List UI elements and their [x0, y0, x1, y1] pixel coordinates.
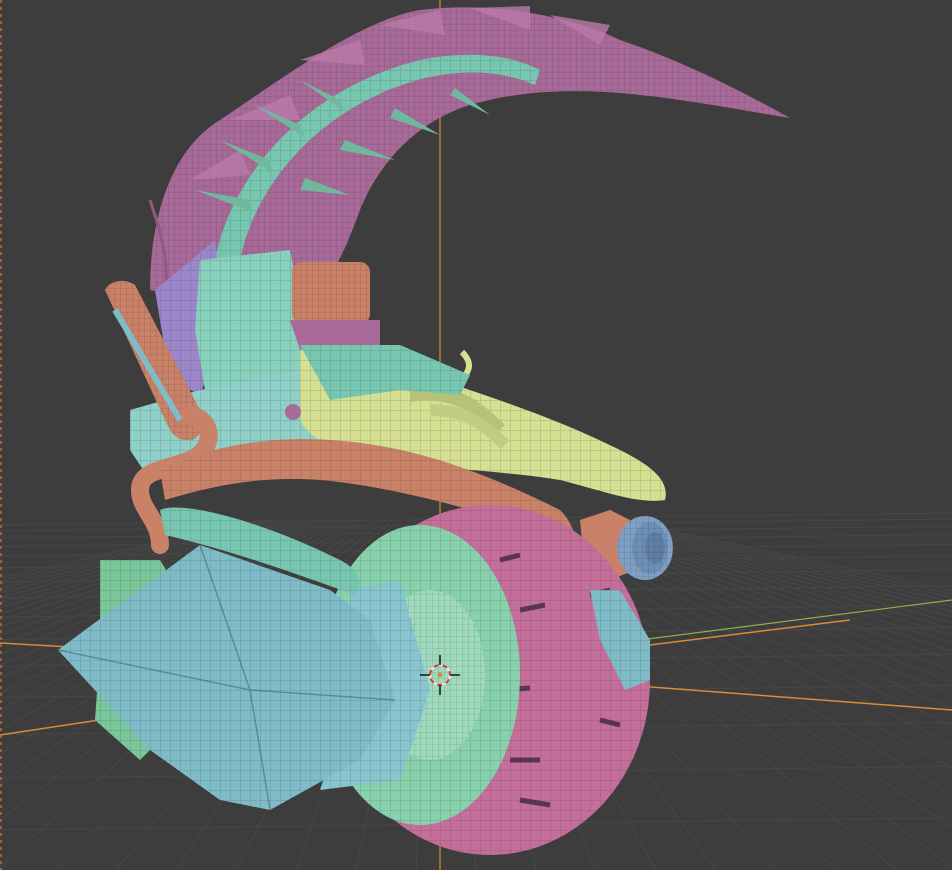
hinge-bolt	[285, 404, 301, 420]
creature-model[interactable]	[57, 6, 790, 855]
viewport-canvas[interactable]	[0, 0, 952, 870]
viewport-left-border	[0, 0, 2, 870]
3d-viewport[interactable]	[0, 0, 952, 870]
